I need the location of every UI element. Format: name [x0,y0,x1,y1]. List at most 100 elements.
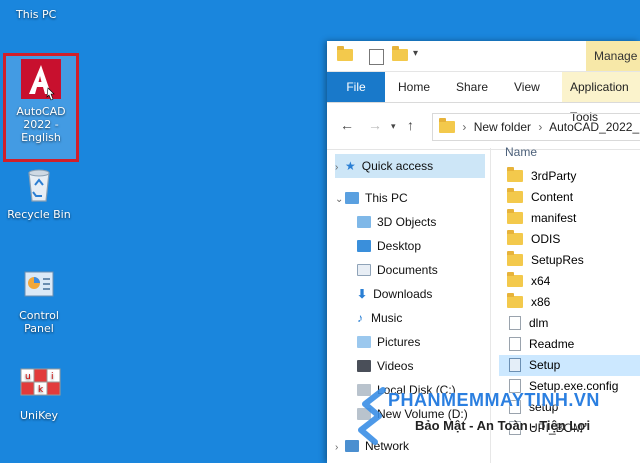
desktop-icon-unikey[interactable]: u i k UniKey [4,366,74,422]
file-name: dlm [529,316,549,330]
file-icon [509,337,521,351]
file-name: x64 [531,274,551,288]
nav-item-label: 3D Objects [377,215,437,229]
svg-text:u: u [25,372,31,382]
tab-share[interactable]: Share [456,72,488,102]
back-arrow-icon[interactable]: ← [340,117,354,133]
file-icon [509,316,521,330]
nav-item-local-disk-c[interactable]: Local Disk (C:) [357,378,456,402]
svg-text:k: k [38,385,44,395]
list-item[interactable]: manifest [499,208,640,229]
folder-icon[interactable] [337,46,353,64]
chevron-right-icon: › [335,442,339,453]
nav-item-label: Videos [377,359,414,373]
drive-icon [357,384,371,396]
desktop-icon-control-panel[interactable]: Control Panel [4,266,74,335]
file-name: Content [531,190,574,204]
list-item[interactable]: Readme [499,334,640,355]
file-name: Setup [529,358,561,372]
chevron-down-icon: ⌄ [335,194,344,205]
list-item[interactable]: dlm [499,313,640,334]
file-name: manifest [531,211,577,225]
folder-icon [507,209,523,224]
file-name: x86 [531,295,551,309]
nav-item-network[interactable]: › Network [335,434,409,458]
list-item[interactable]: SetupRes [499,250,640,271]
chevron-down-icon[interactable]: ▾ [413,48,427,64]
desktop-icon-label: Recycle Bin [7,208,71,221]
control-panel-icon [24,271,54,297]
document-icon [357,264,371,276]
tab-file[interactable]: File [327,72,385,102]
folder-icon [507,167,523,182]
nav-item-pictures[interactable]: Pictures [357,330,420,354]
list-item[interactable]: setup [499,397,640,418]
nav-item-this-pc[interactable]: ⌄ This PC [335,186,408,210]
folder-icon [507,188,523,203]
breadcrumb-autocad-folder[interactable]: AutoCAD_2022_E [549,120,640,134]
properties-icon[interactable] [369,49,384,65]
list-item[interactable]: x86 [499,292,640,313]
download-icon: ⬇ [357,287,368,301]
list-item[interactable]: ODIS [499,229,640,250]
file-icon [509,379,521,393]
nav-item-label: Downloads [373,287,433,301]
manage-contextual-tab[interactable]: Manage [586,41,640,71]
file-icon [509,400,521,414]
file-name: Setup.exe.config [529,379,619,393]
folder-icon [507,272,523,287]
recycle-bin-icon [28,169,50,202]
nav-item-3d-objects[interactable]: 3D Objects [357,210,436,234]
nav-item-music[interactable]: ♪ Music [357,306,402,330]
up-arrow-icon[interactable]: ↑ [407,117,414,133]
desktop-icon-autocad[interactable]: AutoCAD 2022 - English [6,58,76,144]
list-item-selected[interactable]: Setup [499,355,640,376]
folder-icon [439,118,455,133]
desktop-icon-label: Control Panel [19,309,59,335]
breadcrumb-new-folder[interactable]: New folder [474,120,531,134]
nav-item-desktop[interactable]: Desktop [357,234,421,258]
tab-home[interactable]: Home [398,72,430,102]
forward-arrow-icon[interactable]: → [368,117,382,133]
desktop-icon-recycle-bin[interactable]: Recycle Bin [4,165,74,221]
tab-view[interactable]: View [514,72,540,102]
folder-icon [507,230,523,245]
setup-icon [509,358,521,372]
new-folder-icon[interactable] [392,46,408,64]
list-item[interactable]: Setup.exe.config [499,376,640,397]
breadcrumb-chevron-icon: › [538,120,543,134]
file-explorer-window: ▾ Manage File Home Share View Applicatio… [327,41,640,463]
chevron-right-icon: › [335,162,339,173]
navigation-pane: › ★ Quick access ⌄ This PC 3D Objects Deskt… [327,148,490,463]
nav-item-documents[interactable]: Documents [357,258,438,282]
desktop-icon-label: AutoCAD 2022 - English [16,105,66,144]
desktop-icon-label: UniKey [19,409,59,422]
file-name: ODIS [531,232,561,246]
list-item[interactable]: UPI_BOM [499,418,640,439]
list-item[interactable]: 3rdParty [499,166,640,187]
list-item[interactable]: x64 [499,271,640,292]
video-icon [357,360,371,372]
autocad-icon [21,59,61,101]
desktop-icon-this-pc-label[interactable]: This PC [16,8,56,21]
nav-item-downloads[interactable]: ⬇ Downloads [357,282,432,306]
music-icon: ♪ [357,311,363,325]
address-bar[interactable]: › New folder › AutoCAD_2022_E [432,113,640,141]
drive-icon [357,408,371,420]
recent-chevron-icon[interactable]: ▾ [391,121,396,132]
nav-item-label: Music [371,311,403,325]
folder-icon [507,293,523,308]
unikey-icon: u i k [20,368,61,396]
cube-icon [357,216,371,228]
nav-item-videos[interactable]: Videos [357,354,413,378]
file-list: 3rdParty Content manifest ODIS SetupRes … [499,166,640,463]
file-name: 3rdParty [531,169,577,183]
column-header-name[interactable]: Name [505,145,537,159]
nav-item-quick-access[interactable]: › ★ Quick access [335,154,485,178]
list-item[interactable]: Content [499,187,640,208]
pane-divider[interactable] [490,148,491,463]
nav-item-new-volume-d[interactable]: New Volume (D:) [357,402,468,426]
tab-application-tools[interactable]: Application Tools [562,72,640,124]
nav-item-label: New Volume (D:) [377,407,468,421]
file-icon [509,421,521,435]
